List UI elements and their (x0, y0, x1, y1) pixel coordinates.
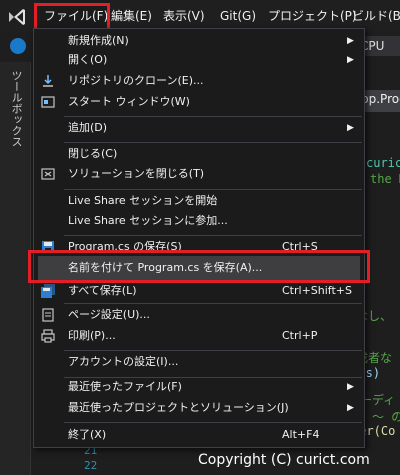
save-as-highlight-box (28, 250, 370, 283)
print-icon (41, 329, 55, 343)
menu-item-account-settings[interactable]: アカウントの設定(I)... (34, 350, 364, 374)
submenu-arrow-icon: ▶ (347, 403, 354, 413)
menu-item-join-live-share[interactable]: Live Share セッションに参加... (34, 209, 364, 233)
save-all-icon (41, 284, 55, 298)
file-menu-dropdown: 新規作成(N) ▶ 開く(O) ▶ リポジトリのクローン(E)... スタート … (33, 28, 365, 448)
file-menu-highlight-box (34, 3, 110, 31)
menu-item-print[interactable]: 印刷(P)... Ctrl+P (34, 324, 364, 348)
close-solution-icon (41, 168, 55, 180)
code-line: curict (366, 156, 400, 170)
menu-item-start-window[interactable]: スタート ウィンドウ(W) (34, 90, 364, 114)
page-setup-icon (42, 308, 54, 322)
menu-item-close-solution[interactable]: ソリューションを閉じる(T) (34, 162, 364, 186)
menu-item-label: ソリューションを閉じる(T) (68, 167, 205, 180)
menu-item-shortcut: Ctrl+P (282, 329, 318, 342)
toolbox-label[interactable]: ツールボックス (8, 70, 24, 147)
menu-item-label: アカウントの設定(I)... (68, 355, 179, 368)
menu-item-exit[interactable]: 終了(X) Alt+F4 (34, 423, 364, 447)
menu-item-label: 印刷(P)... (68, 329, 116, 342)
start-window-icon (41, 96, 55, 108)
code-line: the M (370, 172, 400, 186)
editor-tab-label: pp.Progr (361, 92, 400, 106)
back-navigation-icon[interactable] (10, 38, 26, 54)
menu-item-label: 最近使ったプロジェクトとソリューション(J) (68, 401, 289, 414)
code-line: ～ の (372, 410, 400, 424)
submenu-arrow-icon: ▶ (347, 123, 354, 133)
line-number: 22 (84, 459, 98, 472)
menu-item-label: 追加(D) (68, 121, 108, 134)
menu-item-shortcut: Alt+F4 (282, 428, 320, 441)
menu-item-add[interactable]: 追加(D) ▶ (34, 116, 364, 140)
clone-repository-icon (43, 75, 53, 87)
visual-studio-logo-icon (9, 9, 25, 25)
code-line: ーディ (360, 393, 396, 407)
menu-item-label: Live Share セッションに参加... (68, 214, 228, 227)
menu-item-label: スタート ウィンドウ(W) (68, 95, 190, 108)
menu-item-label: 終了(X) (68, 428, 107, 441)
copyright-watermark: Copyright (C) curict.com (198, 452, 370, 468)
menu-item-recent-projects[interactable]: 最近使ったプロジェクトとソリューション(J) ▶ (34, 396, 364, 420)
